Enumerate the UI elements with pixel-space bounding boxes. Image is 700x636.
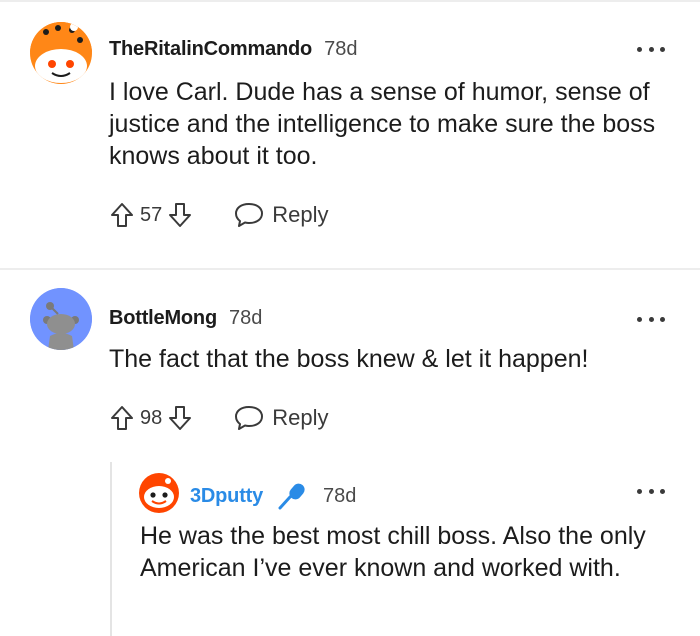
speech-bubble-icon [235, 406, 264, 430]
timestamp: 78d [228, 307, 263, 329]
vote-score: 57 [140, 203, 163, 226]
comment-meta: TheRitalinCommando 78d [109, 38, 357, 61]
arrow-up-icon[interactable] [110, 202, 134, 228]
speech-bubble-icon [235, 203, 264, 227]
reply-label: Reply [272, 202, 329, 227]
avatar[interactable] [30, 22, 92, 84]
comment-body: I love Carl. Dude has a sense of humor, … [109, 78, 656, 170]
username[interactable]: BottleMong [109, 307, 217, 330]
reply-button[interactable]: Reply [234, 405, 329, 431]
arrow-down-icon[interactable] [168, 202, 192, 228]
nested-comment: 3Dputty 78d He was the best most chill b… [0, 462, 700, 636]
comment-actions: 57 Reply [110, 200, 329, 230]
comment-body: The fact that the boss knew & let it hap… [109, 345, 589, 373]
more-options-icon[interactable] [637, 44, 665, 54]
comment-actions: 98 Reply [110, 403, 329, 433]
reply-label: Reply [272, 405, 329, 430]
comment-meta: 3Dputty 78d [190, 482, 356, 510]
avatar[interactable] [30, 288, 92, 350]
username[interactable]: 3Dputty [190, 485, 263, 508]
microphone-icon [278, 483, 305, 510]
username[interactable]: TheRitalinCommando [109, 38, 312, 61]
avatar[interactable] [138, 472, 180, 514]
more-options-icon[interactable] [637, 486, 665, 496]
snoo-avatar-icon [139, 473, 179, 513]
timestamp: 78d [324, 38, 358, 60]
comment-meta: BottleMong 78d [109, 307, 262, 330]
vote-score: 98 [140, 406, 163, 429]
timestamp: 78d [323, 484, 357, 507]
snoo-avatar-icon [30, 288, 92, 350]
comment-body: He was the best most chill boss. Also th… [140, 522, 646, 582]
arrow-up-icon[interactable] [110, 405, 134, 431]
snoo-avatar-icon [30, 22, 92, 83]
reply-button[interactable]: Reply [234, 202, 329, 228]
arrow-down-icon[interactable] [168, 405, 192, 431]
more-options-icon[interactable] [637, 314, 665, 324]
comment: TheRitalinCommando 78d I love Carl. Dude… [0, 0, 700, 268]
